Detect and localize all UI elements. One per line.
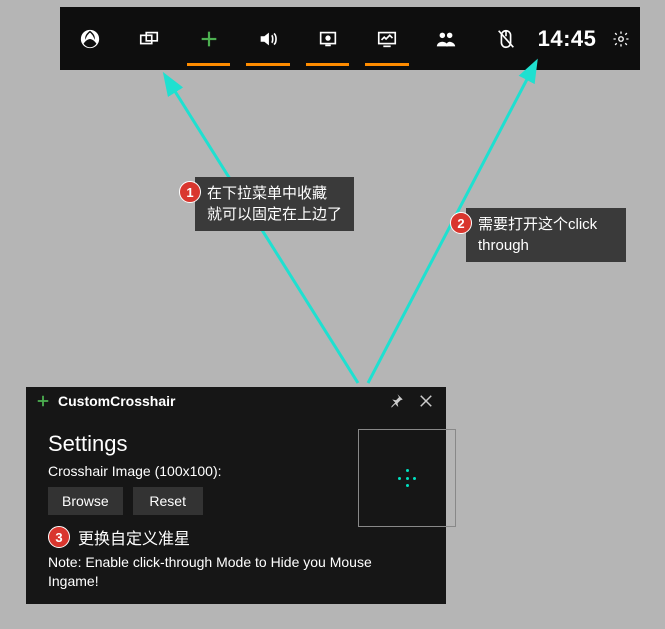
xbox-game-bar: 14:45 xyxy=(60,7,640,70)
annotation-text-1: 在下拉菜单中收藏 就可以固定在上边了 xyxy=(195,177,354,231)
widgets-icon[interactable] xyxy=(119,7,178,70)
annotation-text-3: 更换自定义准星 xyxy=(78,525,190,549)
annotation-badge-2: 2 xyxy=(450,212,472,234)
settings-gear-icon[interactable] xyxy=(602,7,640,70)
click-through-note: Note: Enable click-through Mode to Hide … xyxy=(48,553,424,591)
crosshair-icon xyxy=(398,469,416,487)
pin-icon[interactable] xyxy=(384,389,408,413)
annotation-badge-1: 1 xyxy=(179,181,201,203)
crosshair-preview xyxy=(358,429,456,527)
browse-button[interactable]: Browse xyxy=(48,487,123,515)
plus-icon xyxy=(34,392,52,410)
reset-button[interactable]: Reset xyxy=(133,487,203,515)
performance-icon[interactable] xyxy=(357,7,416,70)
annotation-text-2: 需要打开这个click through xyxy=(466,208,626,262)
panel-header: CustomCrosshair xyxy=(26,387,446,415)
xbox-icon[interactable] xyxy=(60,7,119,70)
close-icon[interactable] xyxy=(414,389,438,413)
annotation-2: 2 需要打开这个click through xyxy=(450,208,626,262)
panel-title: CustomCrosshair xyxy=(58,393,378,409)
annotation-1: 1 在下拉菜单中收藏 就可以固定在上边了 xyxy=(179,177,354,231)
capture-icon[interactable] xyxy=(298,7,357,70)
social-icon[interactable] xyxy=(417,7,476,70)
audio-icon[interactable] xyxy=(238,7,297,70)
annotation-3: 3 更换自定义准星 xyxy=(48,525,424,549)
custom-crosshair-panel: CustomCrosshair Settings Crosshair Image… xyxy=(26,387,446,604)
panel-body: Settings Crosshair Image (100x100): Brow… xyxy=(26,415,446,601)
mouse-off-icon[interactable] xyxy=(476,7,535,70)
clock-text: 14:45 xyxy=(536,7,603,70)
add-widget-button[interactable] xyxy=(179,7,238,70)
annotation-badge-3: 3 xyxy=(48,526,70,548)
